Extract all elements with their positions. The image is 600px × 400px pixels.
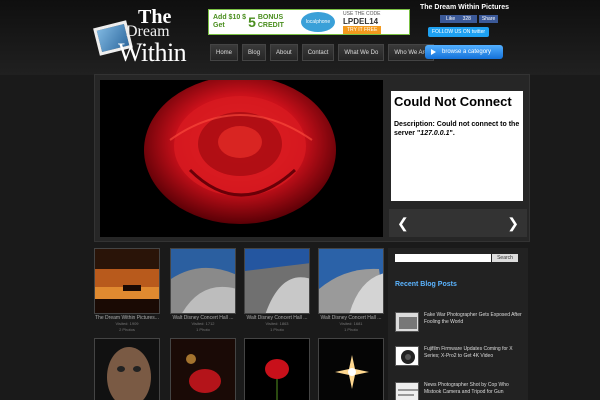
nav-about[interactable]: About <box>270 44 298 61</box>
rose-icon <box>100 80 383 237</box>
portrait-image-icon <box>95 339 159 400</box>
site-logo[interactable]: The Dream Within <box>93 6 200 68</box>
sidebar: Search Recent Blog Posts Fake War Photog… <box>388 248 528 400</box>
sunset-image-icon <box>95 249 159 313</box>
blog-post-item[interactable]: Fujifilm Firmware Updates Coming for X S… <box>395 346 525 366</box>
post-thumbnail-icon <box>395 346 419 366</box>
gallery-thumb-star-light[interactable] <box>318 338 384 400</box>
browse-category-button[interactable]: browse a category <box>425 45 503 59</box>
fb-like-button[interactable]: Like 328 <box>440 15 477 23</box>
blog-post-title[interactable]: News Photographer Shot by Cop Who Mistoo… <box>424 382 525 400</box>
nav-what-we-do[interactable]: What We Do <box>338 44 385 61</box>
gallery-thumb-sunset-pier[interactable] <box>94 248 160 314</box>
building-image-icon <box>171 249 235 313</box>
featured-slider: Could Not Connect Description: Could not… <box>94 74 530 242</box>
blog-post-title[interactable]: Fake War Photographer Gets Exposed After… <box>424 312 525 332</box>
twitter-follow-button[interactable]: FOLLOW US ON twitter <box>428 27 490 37</box>
star-image-icon <box>319 339 383 400</box>
error-message-box: Could Not Connect Description: Could not… <box>391 91 523 201</box>
facebook-widget: Like 328 Share <box>440 15 499 23</box>
gallery-thumb-rose-2[interactable] <box>170 338 236 400</box>
fb-share-button[interactable]: Share <box>478 15 499 23</box>
error-title: Could Not Connect <box>394 94 512 109</box>
play-arrow-icon <box>431 49 436 55</box>
rose-image-icon <box>245 339 309 400</box>
post-thumbnail-icon <box>395 382 419 400</box>
post-thumbnail-icon <box>395 312 419 332</box>
building-image-icon <box>245 249 309 313</box>
chevron-left-icon[interactable]: ❮ <box>397 215 409 232</box>
chevron-right-icon[interactable]: ❯ <box>507 215 519 232</box>
gallery-thumb-concert-hall-3[interactable] <box>318 248 384 314</box>
gallery-thumb-rose-3[interactable] <box>244 338 310 400</box>
gallery-caption: The Dream Within Pictures... Visited: 19… <box>95 315 159 332</box>
featured-image-red-rose[interactable] <box>100 80 383 237</box>
ad-cta-button[interactable]: TRY IT FREE <box>343 25 382 34</box>
building-image-icon <box>319 249 383 313</box>
gallery-caption: Walt Disney Concert Hall ... Visited: 18… <box>246 315 308 332</box>
nav-home[interactable]: Home <box>210 44 239 61</box>
gallery-caption: Walt Disney Concert Hall ... Visited: 17… <box>172 315 234 332</box>
gallery-thumb-face[interactable] <box>94 338 160 400</box>
rose-image-icon <box>171 339 235 400</box>
nav-blog[interactable]: Blog <box>242 44 267 61</box>
blog-post-title[interactable]: Fujifilm Firmware Updates Coming for X S… <box>424 346 525 366</box>
blog-post-item[interactable]: News Photographer Shot by Cop Who Mistoo… <box>395 382 525 400</box>
ad-banner[interactable]: Add $10 $ Get 5 BONUS CREDIT localphone … <box>208 9 410 35</box>
search-input[interactable] <box>395 254 491 262</box>
gallery-thumb-concert-hall-2[interactable] <box>244 248 310 314</box>
nav-contact[interactable]: Contact <box>301 44 335 61</box>
site-title[interactable]: The Dream Within Pictures <box>420 4 509 11</box>
recent-posts-title: Recent Blog Posts <box>395 281 457 288</box>
gallery-thumb-concert-hall-1[interactable] <box>170 248 236 314</box>
ad-brand-logo: localphone <box>301 12 335 32</box>
search-button[interactable]: Search <box>492 254 518 262</box>
main-nav: Home Blog About Contact What We Do Who W… <box>210 44 434 61</box>
gallery-caption: Walt Disney Concert Hall ... Visited: 16… <box>320 315 382 332</box>
logo-text-within: Within <box>118 38 187 67</box>
ad-offer: Add $10 $ Get 5 BONUS CREDIT <box>213 14 284 30</box>
blog-post-item[interactable]: Fake War Photographer Gets Exposed After… <box>395 312 525 332</box>
slider-navigation: ❮ ❯ <box>389 209 527 237</box>
ad-code-block: USE THE CODE LPDEL14 TRY IT FREE <box>343 10 382 34</box>
error-description: Description: Could not connect to the se… <box>394 121 520 137</box>
